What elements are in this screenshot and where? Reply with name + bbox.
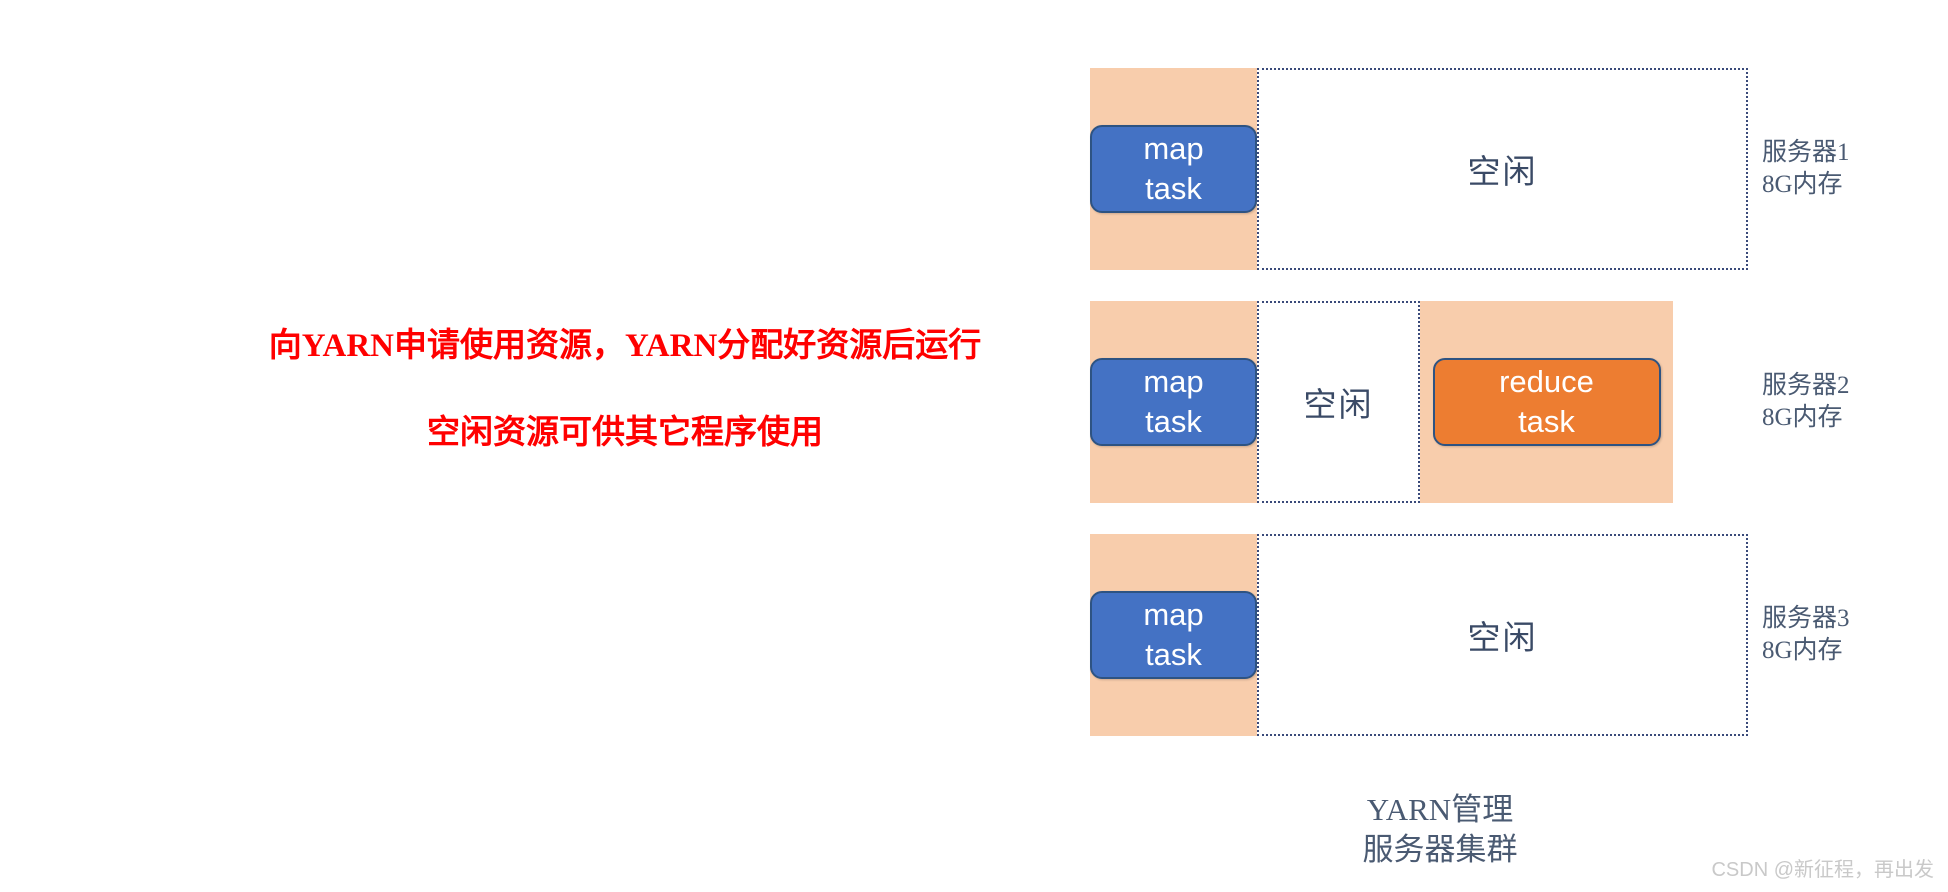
diagram-caption: YARN管理 服务器集群 [1245, 790, 1635, 869]
annotation-line-2: 空闲资源可供其它程序使用 [427, 415, 823, 451]
server-name: 服务器2 [1762, 372, 1850, 399]
task-label-line-1: map [1143, 597, 1204, 633]
map-task-box[interactable]: map task [1090, 125, 1257, 213]
task-label-line-1: map [1143, 131, 1204, 167]
task-label-line-2: task [1518, 404, 1575, 439]
server-cluster-diagram: map task 空闲 服务器1 8G内存 map task 空闲 reduce task 服务器2… [1090, 68, 1850, 767]
map-task-box[interactable]: map task [1090, 358, 1257, 446]
server-used-memory-block: reduce task [1420, 301, 1673, 503]
task-label-line-2: task [1145, 171, 1202, 206]
server-used-memory-block: map task [1090, 301, 1257, 503]
server-row: map task 空闲 reduce task 服务器2 8G内存 [1090, 301, 1850, 503]
task-label-line-2: task [1145, 637, 1202, 672]
server-info-label: 服务器1 8G内存 [1762, 137, 1850, 201]
server-free-memory-block: 空闲 [1257, 68, 1748, 270]
server-name: 服务器1 [1762, 139, 1850, 166]
server-memory: 8G内存 [1762, 404, 1843, 431]
task-label-line-1: map [1143, 364, 1204, 400]
free-memory-label: 空闲 [1467, 155, 1538, 191]
map-task-box[interactable]: map task [1090, 591, 1257, 679]
caption-line-1: YARN管理 [1366, 792, 1514, 827]
server-info-label: 服务器2 8G内存 [1762, 370, 1850, 434]
server-free-memory-block: 空闲 [1257, 301, 1420, 503]
server-row: map task 空闲 服务器1 8G内存 [1090, 68, 1850, 270]
server-used-memory-block: map task [1090, 534, 1257, 736]
server-memory: 8G内存 [1762, 637, 1843, 664]
caption-line-2: 服务器集群 [1362, 831, 1518, 867]
annotation-text-block: 向YARN申请使用资源，YARN分配好资源后运行 空闲资源可供其它程序使用 [210, 330, 1040, 450]
free-memory-label: 空闲 [1467, 621, 1538, 657]
server-name: 服务器3 [1762, 605, 1850, 632]
free-memory-label: 空闲 [1303, 388, 1374, 424]
annotation-line-1: 向YARN申请使用资源，YARN分配好资源后运行 [268, 328, 982, 364]
server-memory: 8G内存 [1762, 171, 1843, 198]
server-row: map task 空闲 服务器3 8G内存 [1090, 534, 1850, 736]
task-label-line-1: reduce [1499, 364, 1594, 400]
task-label-line-2: task [1145, 404, 1202, 439]
csdn-watermark: CSDN @新征程，再出发 [1711, 859, 1934, 881]
server-used-memory-block: map task [1090, 68, 1257, 270]
server-free-memory-block: 空闲 [1257, 534, 1748, 736]
reduce-task-box[interactable]: reduce task [1432, 358, 1661, 446]
server-info-label: 服务器3 8G内存 [1762, 603, 1850, 667]
